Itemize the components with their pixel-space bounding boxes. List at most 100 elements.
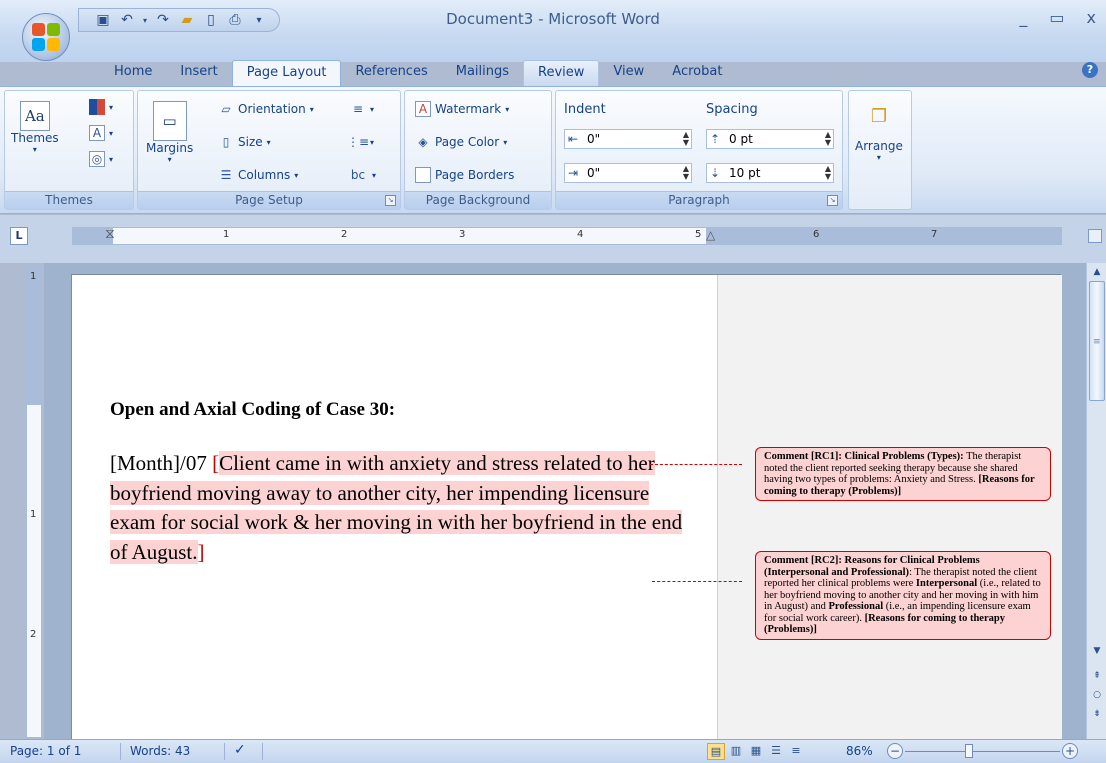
previous-page-icon[interactable]: ⇞	[1089, 668, 1105, 684]
page-color-button[interactable]: ◈ Page Color ▾	[415, 134, 507, 150]
watermark-icon: A	[415, 101, 431, 117]
theme-colors-icon	[89, 99, 105, 115]
page-borders-button[interactable]: Page Borders	[415, 167, 514, 183]
theme-colors-button[interactable]: ▾	[89, 99, 113, 115]
zoom-slider-knob[interactable]	[965, 744, 973, 758]
arrange-button[interactable]: ❐ Arrange ▾	[855, 101, 903, 163]
margins-label: Margins	[146, 141, 194, 155]
tab-mailings[interactable]: Mailings	[442, 60, 523, 86]
spinner-arrows-icon[interactable]: ▲ ▼	[825, 165, 831, 181]
proofing-icon[interactable]: ✓	[234, 742, 246, 758]
office-button[interactable]	[22, 13, 70, 61]
theme-fonts-icon: A	[89, 125, 105, 141]
scroll-up-icon[interactable]: ▲	[1089, 264, 1105, 280]
theme-effects-icon: ◎	[89, 151, 105, 167]
spacing-before-icon: ⇡	[710, 132, 721, 146]
comment-1-title: Clinical Problems (Types):	[841, 451, 964, 462]
theme-fonts-button[interactable]: A ▾	[89, 125, 113, 141]
next-page-icon[interactable]: ⇟	[1089, 706, 1105, 722]
status-bar: Page: 1 of 1 Words: 43 ✓ ▤ ▥ ▦ ☰ ≡ 86% −…	[0, 739, 1106, 763]
comment-connector-2	[652, 581, 742, 582]
tab-selector-icon[interactable]: L	[10, 227, 28, 245]
outline-icon[interactable]: ☰	[767, 743, 785, 760]
hyphenation-icon: bc	[350, 168, 366, 182]
comment-connector-1	[650, 464, 742, 465]
zoom-slider-track[interactable]	[905, 751, 1060, 752]
vruler-number: 1	[30, 509, 37, 520]
orientation-button[interactable]: ▱ Orientation ▾	[218, 101, 313, 117]
paragraph-launcher-icon[interactable]: ↘	[827, 195, 838, 206]
comment-balloon-2[interactable]: Comment [RC2]: Reasons for Clinical Prob…	[755, 551, 1051, 640]
zoom-in-icon[interactable]: +	[1062, 743, 1078, 759]
theme-effects-button[interactable]: ◎ ▾	[89, 151, 113, 167]
themes-icon: Aa	[19, 101, 50, 131]
size-icon: ▯	[222, 135, 230, 149]
line-numbers-button[interactable]: ⋮≡ ▾	[347, 134, 374, 150]
thumb-grip-icon: ≡	[1093, 337, 1101, 347]
vertical-ruler[interactable]: 1 1 2	[26, 266, 42, 738]
close-button[interactable]: x	[1087, 8, 1096, 27]
columns-label: Columns	[238, 168, 291, 182]
right-indent-marker-icon[interactable]: △	[706, 228, 715, 242]
restore-button[interactable]: ▭	[1049, 8, 1064, 27]
size-button[interactable]: ▯ Size ▾	[218, 134, 271, 150]
spinner-arrows-icon[interactable]: ▲ ▼	[683, 165, 689, 181]
orientation-icon: ▱	[221, 102, 231, 116]
comment-2-bold-professional: Professional	[828, 601, 884, 612]
tab-home[interactable]: Home	[100, 60, 166, 86]
window-controls: _ ▭ x	[1019, 8, 1096, 27]
page-background-group: A Watermark ▾ ◈ Page Color ▾ Page Borders …	[404, 90, 552, 210]
horizontal-ruler[interactable]: ⧖ 1 2 3 4 5 △ 6 7	[72, 226, 1062, 245]
indent-right-stepper[interactable]: ⇥ 0" ▲ ▼	[564, 163, 692, 183]
print-layout-icon[interactable]: ▤	[707, 743, 725, 760]
indent-left-stepper[interactable]: ⇤ 0" ▲ ▼	[564, 129, 692, 149]
help-icon[interactable]: ?	[1082, 62, 1098, 78]
view-buttons: ▤ ▥ ▦ ☰ ≡	[707, 743, 805, 760]
draft-icon[interactable]: ≡	[787, 743, 805, 760]
left-indent-marker-icon[interactable]: ⧖	[105, 226, 115, 242]
full-screen-reading-icon[interactable]: ▥	[727, 743, 745, 760]
ruler-number: 6	[813, 229, 820, 240]
vertical-scrollbar[interactable]: ▲ ≡ ▼ ⇞ ○ ⇟	[1086, 263, 1106, 739]
page-color-label: Page Color	[435, 135, 500, 149]
view-ruler-icon[interactable]	[1088, 229, 1102, 243]
web-layout-icon[interactable]: ▦	[747, 743, 765, 760]
page-background-group-label: Page Background	[405, 191, 551, 209]
hyphenation-button[interactable]: bc ▾	[348, 167, 376, 183]
ruler-number: 5	[695, 229, 702, 240]
scroll-down-icon[interactable]: ▼	[1089, 643, 1105, 659]
comment-balloon-1[interactable]: Comment [RC1]: Clinical Problems (Types)…	[755, 447, 1051, 501]
word-count[interactable]: Words: 43	[130, 744, 190, 758]
paragraph-prefix: [Month]/07	[110, 451, 213, 475]
indent-left-icon: ⇤	[568, 132, 579, 146]
margins-button[interactable]: ▭ Margins ▾	[146, 101, 193, 164]
tab-references[interactable]: References	[341, 60, 441, 86]
spacing-after-stepper[interactable]: ⇣ 10 pt ▲ ▼	[706, 163, 834, 183]
page-setup-group-label: Page Setup	[138, 191, 400, 209]
indent-right-icon: ⇥	[568, 166, 579, 180]
spacing-header: Spacing	[706, 102, 758, 117]
zoom-level[interactable]: 86%	[846, 744, 873, 758]
ruler-row: L ⧖ 1 2 3 4 5 △ 6 7	[0, 215, 1106, 263]
zoom-out-icon[interactable]: −	[887, 743, 903, 759]
title-bar: ▣ ↶ ▾ ↷ ▰ ▯ ⎙ ▾ Document3 - Microsoft Wo…	[0, 0, 1106, 62]
columns-button[interactable]: ☰ Columns ▾	[218, 167, 299, 183]
tab-acrobat[interactable]: Acrobat	[658, 60, 736, 86]
tab-insert[interactable]: Insert	[166, 60, 231, 86]
scrollbar-thumb[interactable]: ≡	[1089, 281, 1105, 401]
select-browse-object-icon[interactable]: ○	[1089, 687, 1105, 703]
spacing-before-stepper[interactable]: ⇡ 0 pt ▲ ▼	[706, 129, 834, 149]
page-setup-launcher-icon[interactable]: ↘	[385, 195, 396, 206]
breaks-button[interactable]: ≡ ▾	[350, 101, 374, 117]
document-paragraph[interactable]: [Month]/07 [Client came in with anxiety …	[110, 449, 690, 567]
page-count[interactable]: Page: 1 of 1	[10, 744, 81, 758]
tab-review[interactable]: Review	[523, 60, 600, 86]
tab-page-layout[interactable]: Page Layout	[231, 60, 342, 87]
spinner-arrows-icon[interactable]: ▲ ▼	[683, 131, 689, 147]
themes-button[interactable]: Aa Themes ▾	[11, 101, 59, 154]
document-page[interactable]: Open and Axial Coding of Case 30: [Month…	[71, 274, 1062, 739]
spinner-arrows-icon[interactable]: ▲ ▼	[825, 131, 831, 147]
watermark-button[interactable]: A Watermark ▾	[415, 101, 509, 117]
tab-view[interactable]: View	[599, 60, 658, 86]
minimize-button[interactable]: _	[1019, 8, 1027, 27]
